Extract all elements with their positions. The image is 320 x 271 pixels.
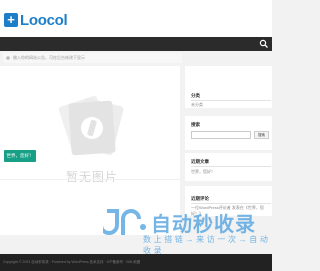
- search-icon[interactable]: [259, 39, 269, 49]
- watermark: 自动秒收录 数 上 搭 链 → 来 访 一 次 → 自 动 收 录: [103, 205, 272, 255]
- widget-title: 近期评论: [191, 196, 209, 201]
- search-button[interactable]: 搜索: [254, 131, 269, 139]
- widget-title: 搜索: [191, 122, 200, 127]
- site-footer: Copyright © 2024 自动秒收录 · Powered by Word…: [0, 254, 272, 271]
- post-thumbnail[interactable]: 暂无图片: [52, 88, 132, 184]
- recent-post-link[interactable]: 世界，您好！: [191, 169, 215, 175]
- divider: [0, 179, 180, 180]
- thumbnail-caption: 暂无图片: [65, 170, 118, 184]
- logo-text: Loocol: [20, 11, 68, 29]
- site-header: + Loocol: [0, 0, 272, 37]
- logo-plus-icon: +: [4, 13, 18, 27]
- post-title-button[interactable]: 世界，您好！: [4, 150, 36, 162]
- category-link[interactable]: 未分类: [191, 102, 203, 108]
- site-logo[interactable]: + Loocol: [4, 11, 68, 29]
- watermark-subtitle: 数 上 搭 链 → 来 访 一 次 → 自 动 收 录: [143, 235, 269, 255]
- footer-copyright: Copyright © 2024 自动秒收录 · Powered by Word…: [3, 260, 141, 264]
- widget-search: 搜索 搜索: [185, 116, 272, 150]
- notice-text: 输入你的网站公告，可在后台修改下显示: [13, 55, 85, 60]
- site-notice: 输入你的网站公告，可在后台修改下显示: [3, 53, 182, 63]
- widget-title: 近期文章: [191, 159, 209, 164]
- widget-categories: 分类 未分类: [185, 66, 272, 108]
- divider: [191, 100, 271, 101]
- widget-recent-posts: 近期文章 世界，您好！: [185, 153, 272, 181]
- main-navbar: [0, 37, 272, 51]
- divider: [191, 203, 271, 204]
- notice-icon: [6, 56, 10, 60]
- divider: [191, 166, 271, 167]
- watermark-logo-icon: [103, 209, 146, 235]
- search-input[interactable]: [191, 131, 251, 139]
- watermark-title: 自动秒收录: [151, 214, 256, 236]
- no-image-icon: [58, 95, 124, 156]
- widget-title: 分类: [191, 93, 200, 98]
